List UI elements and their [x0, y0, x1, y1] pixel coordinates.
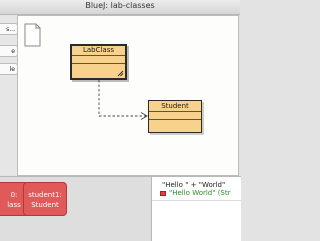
toolbar-button-2[interactable]: e [0, 45, 18, 57]
object-label-type: Student [31, 201, 59, 209]
window-title: BlueJ: lab-classes [85, 1, 155, 10]
codepad-divider [152, 200, 241, 201]
resize-handle-icon[interactable] [117, 70, 124, 77]
object-result-icon[interactable] [160, 190, 166, 196]
compile-button[interactable]: le [0, 63, 18, 75]
class-labclass[interactable]: LabClass [70, 44, 127, 80]
title-bar: BlueJ: lab-classes [0, 0, 240, 15]
readme-note-icon[interactable] [24, 23, 41, 47]
class-student[interactable]: Student [148, 100, 202, 133]
object-label-name: student1: [28, 191, 62, 199]
codepad-result-text: "Hello World" (Str [169, 189, 231, 197]
class-diagram-canvas[interactable] [17, 15, 239, 176]
codepad-result[interactable]: "Hello World" (Str [160, 189, 231, 197]
class-name-student: Student [149, 101, 201, 112]
new-class-button[interactable]: s... [0, 23, 18, 35]
object-instance-student1[interactable]: student1: Student [23, 182, 67, 216]
object-bench: 0: lass student1: Student [0, 176, 151, 241]
class-fields-row [149, 112, 201, 120]
codepad[interactable]: "Hello " + "World" "Hello World" (Str [151, 176, 241, 241]
class-fields-row [72, 56, 125, 64]
codepad-expression: "Hello " + "World" [162, 181, 226, 189]
class-name-labclass: LabClass [72, 46, 125, 56]
